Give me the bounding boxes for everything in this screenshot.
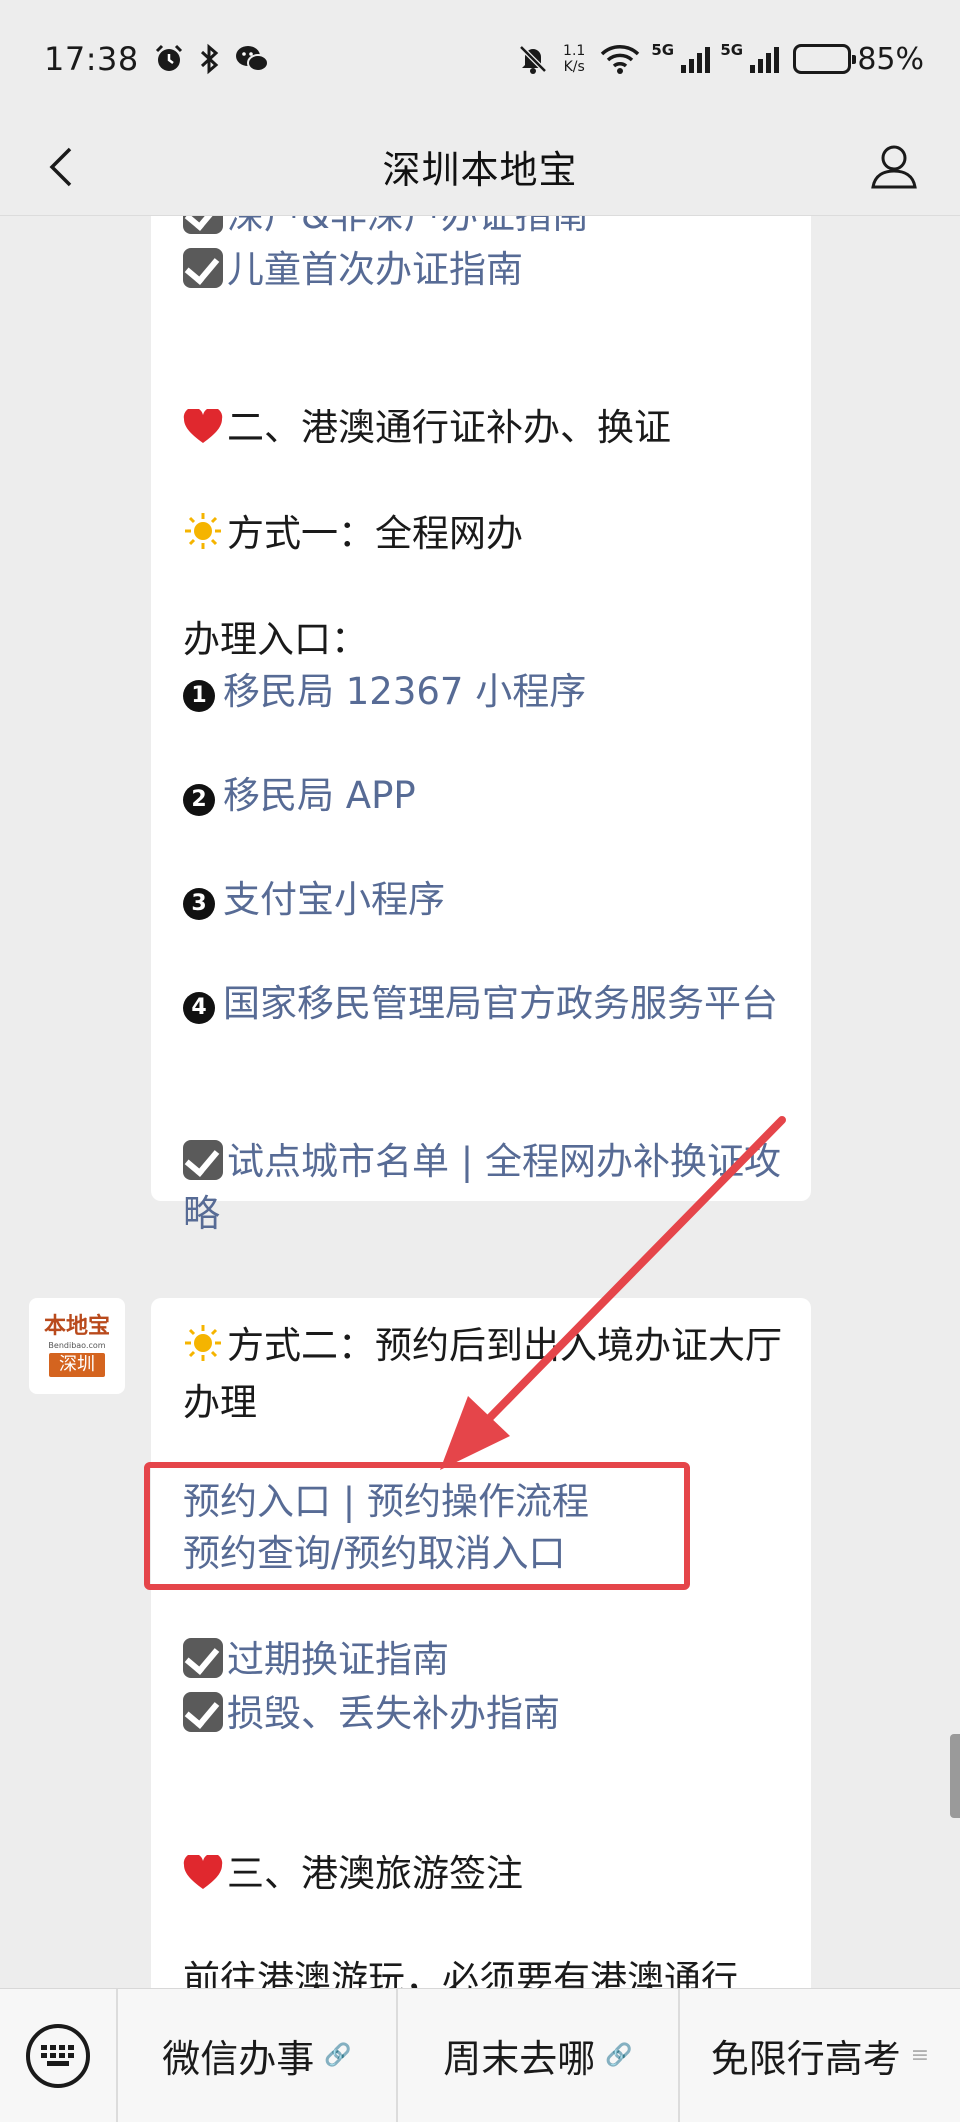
status-time: 17:38	[44, 40, 139, 78]
number-badge: 1	[183, 680, 215, 712]
status-bar: 17:38 1.1 K/s 5G 5G 85%	[0, 0, 960, 118]
list-item[interactable]: 儿童首次办证指南	[183, 244, 787, 296]
net-speed-unit: K/s	[563, 59, 585, 75]
guide-link[interactable]: 深户&非深户办证指南	[227, 216, 589, 237]
submenu-icon: ≡	[910, 2043, 930, 2068]
highlight-box	[144, 1462, 690, 1590]
section-heading: 三、港澳旅游签注	[183, 1848, 787, 1905]
avatar-city: 深圳	[49, 1353, 105, 1377]
bluetooth-icon	[199, 43, 221, 75]
sun-icon	[183, 511, 223, 565]
net-speed-value: 1.1	[563, 43, 586, 59]
scrollbar-thumb[interactable]	[950, 1734, 960, 1818]
checkbox-icon	[183, 1638, 223, 1678]
menu-item-label: 免限行高考	[710, 2037, 901, 2081]
avatar-domain: Bendibao.com	[48, 1341, 106, 1350]
mute-icon	[517, 43, 549, 75]
checkbox-icon	[183, 1140, 223, 1180]
battery-icon: 85%	[793, 42, 924, 77]
section-heading: 二、港澳通行证补办、换证	[183, 402, 787, 459]
list-item[interactable]: 2 移民局 APP	[183, 770, 787, 822]
list-item[interactable]: 4 国家移民管理局官方政务服务平台	[183, 978, 787, 1030]
section-title: 三、港澳旅游签注	[227, 1852, 523, 1895]
method-heading: 方式一：全程网办	[183, 508, 787, 565]
user-icon	[871, 145, 917, 189]
guide-link[interactable]: 试点城市名单 | 全程网办补换证攻略	[183, 1140, 781, 1235]
message-bubble: 方式二：预约后到出入境办证大厅办理 预约入口 | 预约操作流程 预约查询/预约取…	[151, 1298, 811, 1988]
status-right: 1.1 K/s 5G 5G 85%	[517, 41, 924, 77]
guide-link[interactable]: 儿童首次办证指南	[227, 248, 523, 291]
keyboard-button[interactable]	[0, 1989, 116, 2122]
signal-label: 5G	[651, 41, 675, 59]
list-item[interactable]: 试点城市名单 | 全程网办补换证攻略	[183, 1136, 787, 1240]
number-badge: 3	[183, 888, 215, 920]
entry-link[interactable]: 移民局 12367 小程序	[223, 670, 586, 713]
section-title: 二、港澳通行证补办、换证	[227, 406, 671, 449]
method-heading: 方式二：预约后到出入境办证大厅办理	[183, 1320, 787, 1429]
paragraph-text: 前往港澳游玩，必须要有港澳通行	[183, 1958, 738, 1988]
entry-link[interactable]: 移民局 APP	[223, 774, 416, 817]
bottom-menu: 微信办事 🔗 周末去哪 🔗 免限行高考 ≡	[0, 1988, 960, 2122]
status-left: 17:38	[44, 40, 269, 78]
menu-item-wechat-services[interactable]: 微信办事 🔗	[116, 1988, 396, 2122]
entry-link[interactable]: 支付宝小程序	[223, 878, 445, 921]
message-bubble: 深户&非深户办证指南 儿童首次办证指南 二、港澳通行证补办、换证 方式一：全程网…	[151, 216, 811, 1235]
number-badge: 2	[183, 784, 215, 816]
signal-label-2: 5G	[720, 41, 744, 59]
link-icon: 🔗	[324, 2043, 352, 2068]
back-button[interactable]	[34, 140, 88, 194]
net-speed: 1.1 K/s	[563, 43, 585, 75]
heart-icon	[183, 1853, 223, 1905]
menu-item-label: 微信办事	[162, 2037, 315, 2081]
guide-link[interactable]: 损毁、丢失补办指南	[227, 1692, 560, 1735]
heart-icon	[183, 407, 223, 459]
signal-icon: 5G	[651, 41, 711, 73]
list-item[interactable]: 过期换证指南	[183, 1634, 787, 1686]
list-item[interactable]: 损毁、丢失补办指南	[183, 1688, 787, 1740]
number-badge: 4	[183, 992, 215, 1024]
battery-body	[793, 44, 857, 74]
signal-icon-2: 5G	[720, 41, 780, 73]
guide-link[interactable]: 过期换证指南	[227, 1638, 449, 1681]
list-item[interactable]: 深户&非深户办证指南	[183, 216, 787, 242]
keyboard-icon	[26, 2023, 90, 2088]
chevron-left-icon	[49, 147, 72, 187]
sun-icon	[183, 1323, 223, 1377]
menu-item-weekend[interactable]: 周末去哪 🔗	[396, 1988, 678, 2122]
list-item[interactable]: 3 支付宝小程序	[183, 874, 787, 926]
avatar-brand: 本地宝	[43, 1314, 110, 1339]
link-icon: 🔗	[605, 2043, 633, 2068]
wifi-icon	[599, 43, 641, 75]
list-item[interactable]: 1 移民局 12367 小程序	[183, 666, 787, 718]
menu-item-exam[interactable]: 免限行高考 ≡	[678, 1988, 960, 2122]
avatar[interactable]: 本地宝 Bendibao.com 深圳	[29, 1298, 125, 1394]
entry-label: 办理入口：	[183, 618, 368, 661]
checkbox-icon	[183, 248, 223, 288]
chat-area[interactable]: 深户&非深户办证指南 儿童首次办证指南 二、港澳通行证补办、换证 方式一：全程网…	[0, 216, 960, 1988]
battery-percent: 85%	[857, 41, 924, 77]
method-title: 方式二：预约后到出入境办证大厅办理	[183, 1324, 782, 1424]
page-title: 深圳本地宝	[382, 148, 578, 192]
checkbox-icon	[183, 216, 223, 234]
entry-link[interactable]: 国家移民管理局官方政务服务平台	[223, 982, 778, 1025]
nav-bar: 深圳本地宝	[0, 118, 960, 216]
profile-button[interactable]	[864, 136, 924, 196]
checkbox-icon	[183, 1692, 223, 1732]
method-title: 方式一：全程网办	[227, 512, 523, 555]
wechat-icon	[235, 44, 269, 74]
menu-item-label: 周末去哪	[443, 2037, 596, 2081]
alarm-icon	[153, 43, 185, 75]
